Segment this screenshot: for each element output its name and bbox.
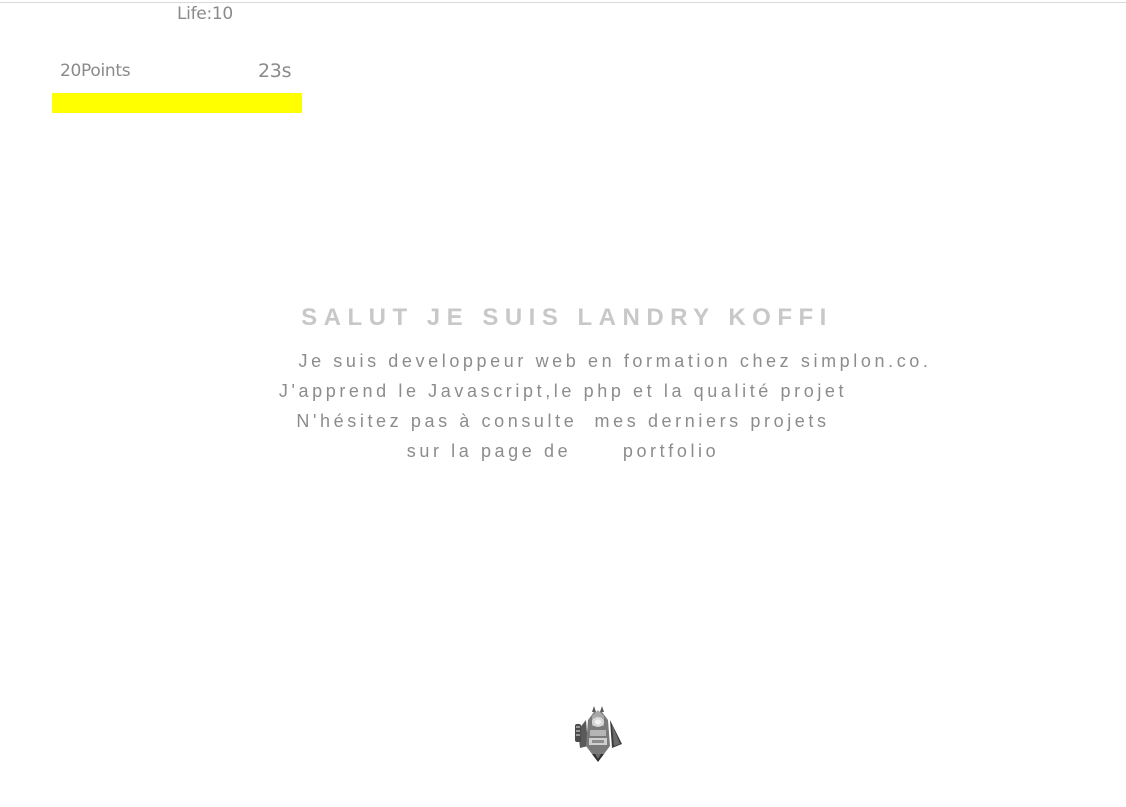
points-counter: 20Points bbox=[60, 61, 131, 81]
page-title: SALUT JE SUIS LANDRY KOFFI bbox=[301, 304, 833, 331]
intro-section: SALUT JE SUIS LANDRY KOFFI Je suis devel… bbox=[0, 304, 1126, 466]
game-page: Life:10 20Points 23s SALUT JE SUIS LANDR… bbox=[0, 0, 1126, 807]
intro-line-2: J'apprend le Javascript,le php et la qua… bbox=[278, 381, 848, 401]
intro-line-3: N'hésitez pas à consulte mes derniers pr… bbox=[296, 411, 830, 431]
timer-display: 23s bbox=[258, 60, 292, 82]
life-counter: Life:10 bbox=[177, 4, 233, 24]
intro-line-1: Je suis developpeur web en formation che… bbox=[298, 351, 932, 371]
spaceship-icon[interactable] bbox=[572, 706, 624, 762]
portfolio-link[interactable]: portfolio bbox=[623, 441, 719, 461]
intro-line-4: sur la page de portfolio bbox=[0, 436, 1126, 466]
top-divider bbox=[0, 2, 1126, 3]
progress-bar-fill bbox=[52, 93, 302, 113]
progress-bar bbox=[52, 93, 302, 113]
intro-line-4-prefix: sur la page de bbox=[406, 441, 572, 461]
